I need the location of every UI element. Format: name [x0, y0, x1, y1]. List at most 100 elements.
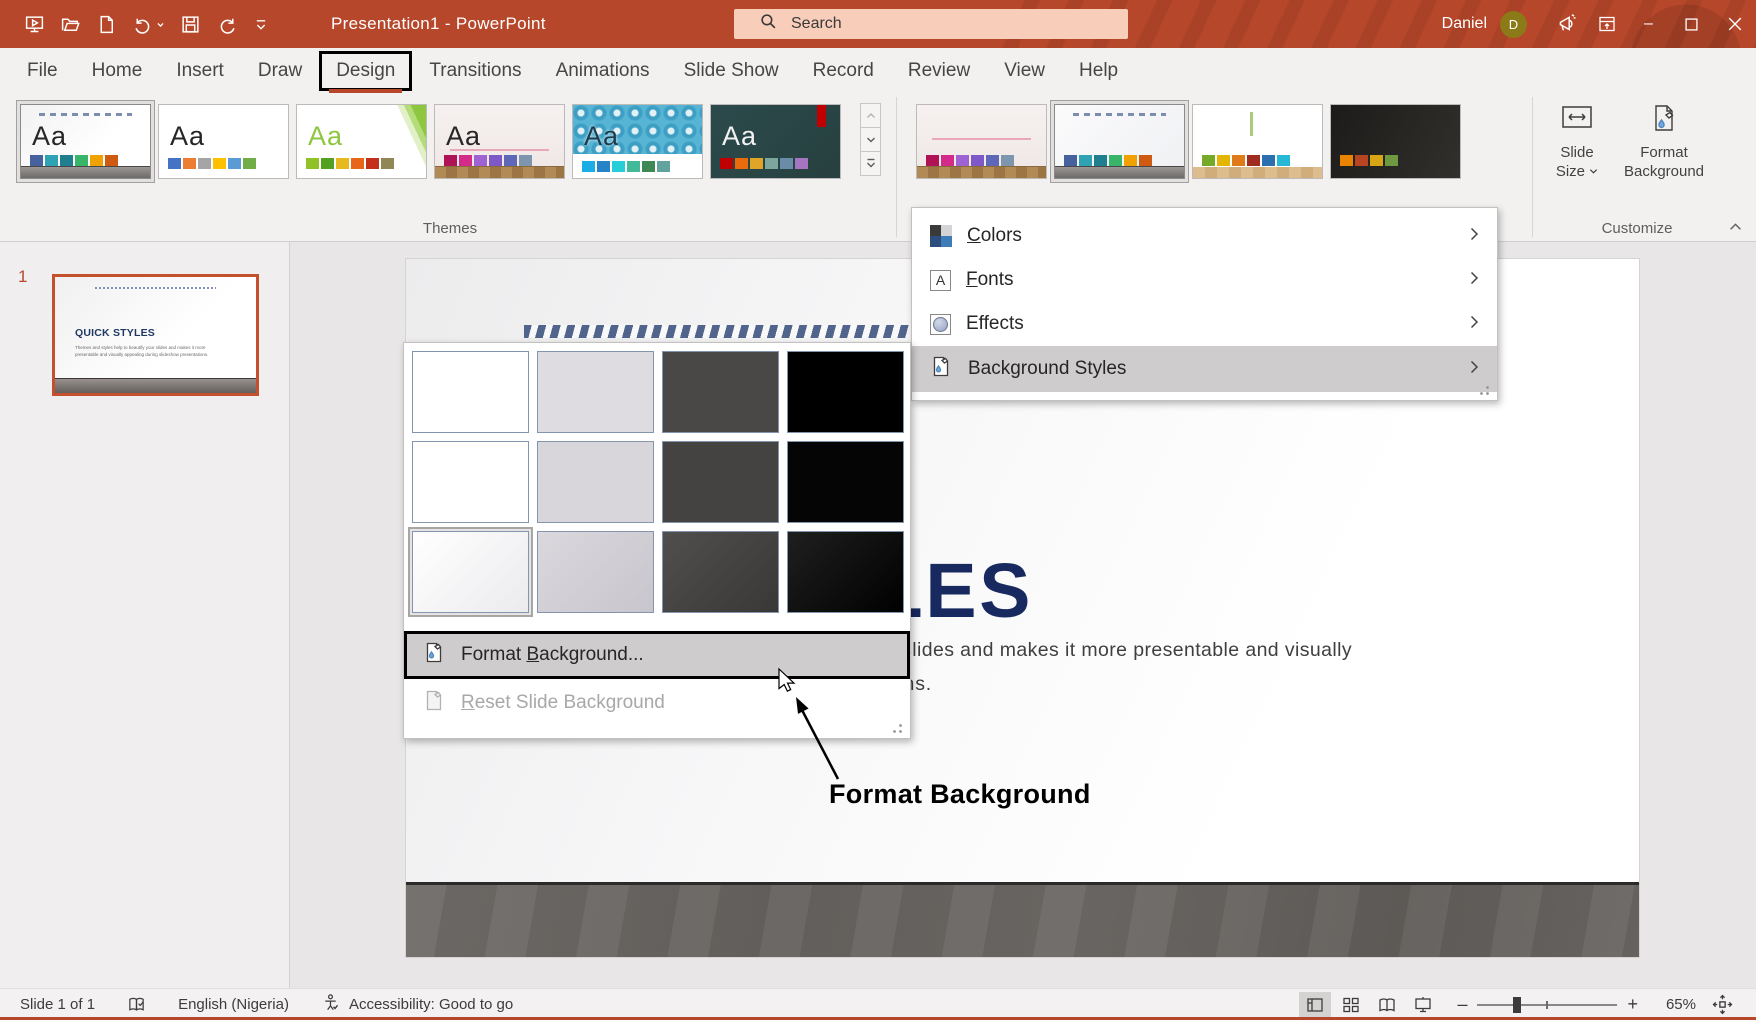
variant-current[interactable]: [1054, 104, 1185, 179]
bg-style-5[interactable]: [412, 441, 529, 523]
flyout-resize-grip[interactable]: [892, 723, 903, 734]
tab-insert[interactable]: Insert: [159, 48, 241, 93]
reading-view-button[interactable]: [1371, 992, 1403, 1018]
undo-button[interactable]: [132, 14, 165, 35]
zoom-slider[interactable]: [1477, 995, 1617, 1015]
customize-group-label: Customize: [1532, 220, 1742, 237]
bg-style-2[interactable]: [537, 351, 654, 433]
tab-animations[interactable]: Animations: [539, 48, 667, 93]
start-slideshow-icon[interactable]: [24, 14, 45, 35]
new-file-icon[interactable]: [96, 14, 117, 35]
tab-design[interactable]: Design: [319, 51, 412, 91]
ribbon-display-options-icon[interactable]: [1587, 0, 1627, 48]
format-background-button[interactable]: Format Background: [1618, 103, 1710, 181]
theme-office[interactable]: Aa: [158, 104, 289, 179]
zoom-level[interactable]: 65%: [1654, 996, 1696, 1013]
gallery-scroll-up-icon[interactable]: [860, 103, 881, 128]
slide-floor-graphic: [406, 882, 1639, 957]
variant-color-chips: [1340, 155, 1398, 166]
submenu-chevron-icon: [1470, 269, 1479, 291]
theme-integral[interactable]: Aa: [572, 104, 703, 179]
variant-color-chips: [1202, 155, 1290, 166]
variant-green[interactable]: [1192, 104, 1323, 179]
variant-dark[interactable]: [1330, 104, 1461, 179]
fit-slide-to-window-button[interactable]: [1706, 992, 1738, 1018]
customize-quick-access-icon[interactable]: [253, 14, 269, 35]
avatar[interactable]: D: [1500, 11, 1527, 38]
green-line-art: [1250, 112, 1253, 136]
zoom-out-button[interactable]: –: [1457, 994, 1467, 1015]
save-button[interactable]: [180, 14, 201, 35]
menu-item-fonts[interactable]: A Fonts: [912, 258, 1497, 302]
language-selector[interactable]: English (Nigeria): [162, 990, 305, 1019]
theme-aa: Aa: [446, 121, 481, 152]
bg-style-3[interactable]: [662, 351, 779, 433]
close-button[interactable]: [1713, 0, 1756, 48]
background-styles-flyout: Format Background... Reset Slide Backgro…: [403, 342, 911, 739]
minimize-button[interactable]: –: [1627, 0, 1670, 48]
themes-group-label: Themes: [20, 220, 880, 237]
zoom-controls: – + 65%: [1457, 994, 1696, 1015]
collapse-ribbon-icon[interactable]: [1729, 218, 1742, 236]
tab-record[interactable]: Record: [796, 48, 891, 93]
tab-review[interactable]: Review: [891, 48, 987, 93]
theme-current[interactable]: Aa: [20, 104, 151, 179]
slide-thumbnail-panel: 1 QUICK STYLES Themes and styles help to…: [0, 242, 290, 988]
menu-item-colors[interactable]: Colors: [912, 214, 1497, 258]
variant-pink[interactable]: [916, 104, 1047, 179]
theme-facet[interactable]: Aa: [296, 104, 427, 179]
facet-chevron-art: [392, 105, 426, 178]
bg-style-6[interactable]: [537, 441, 654, 523]
normal-view-button[interactable]: [1299, 992, 1331, 1018]
group-separator: [1532, 97, 1533, 237]
tab-slide-show[interactable]: Slide Show: [667, 48, 796, 93]
fonts-icon: A: [930, 270, 951, 291]
gallery-more-icon[interactable]: [860, 151, 881, 176]
slide-size-button[interactable]: Slide Size: [1545, 103, 1609, 181]
format-background-label: Format Background: [1624, 144, 1704, 182]
pink-line-art: [932, 138, 1030, 140]
theme-gallery[interactable]: Aa: [434, 104, 565, 179]
bg-style-9-selected[interactable]: [412, 531, 529, 613]
tab-help[interactable]: Help: [1062, 48, 1135, 93]
slide-indicator[interactable]: Slide 1 of 1: [20, 990, 111, 1019]
theme-dark-teal[interactable]: Aa: [710, 104, 841, 179]
reset-slide-background-menu-item[interactable]: Reset Slide Background: [404, 682, 910, 724]
bg-style-12[interactable]: [787, 531, 904, 613]
bg-style-7[interactable]: [662, 441, 779, 523]
format-background-icon: [423, 641, 446, 670]
feedback-megaphone-icon[interactable]: [1547, 0, 1587, 48]
spell-check-icon[interactable]: [111, 990, 162, 1019]
menu-item-effects[interactable]: Effects: [912, 302, 1497, 346]
zoom-in-button[interactable]: +: [1627, 994, 1638, 1015]
tab-draw[interactable]: Draw: [241, 48, 319, 93]
slide-1-thumbnail[interactable]: QUICK STYLES Themes and styles help to b…: [52, 274, 259, 396]
menu-resize-grip[interactable]: [1479, 385, 1490, 396]
bg-style-10[interactable]: [537, 531, 654, 613]
variant-dotted-line: [1073, 113, 1166, 116]
search-input[interactable]: Search: [734, 9, 1128, 39]
search-placeholder: Search: [791, 15, 842, 33]
accessibility-status[interactable]: Accessibility: Good to go: [305, 990, 529, 1019]
bg-style-8[interactable]: [787, 441, 904, 523]
bg-style-1[interactable]: [412, 351, 529, 433]
theme-color-chips: [30, 155, 118, 166]
slide-sorter-view-button[interactable]: [1335, 992, 1367, 1018]
tab-home[interactable]: Home: [75, 48, 160, 93]
tab-transitions[interactable]: Transitions: [412, 48, 538, 93]
redo-button[interactable]: [216, 14, 238, 35]
bg-style-4[interactable]: [787, 351, 904, 433]
red-tab-art: [817, 105, 826, 127]
format-background-menu-item[interactable]: Format Background...: [404, 631, 910, 679]
open-file-icon[interactable]: [60, 14, 81, 35]
tab-file[interactable]: File: [10, 48, 75, 93]
slide-show-view-button[interactable]: [1407, 992, 1439, 1018]
format-background-label: Format Background...: [461, 644, 644, 666]
zoom-slider-thumb[interactable]: [1513, 997, 1521, 1013]
maximize-button[interactable]: [1670, 0, 1713, 48]
menu-item-background-styles[interactable]: Background Styles: [912, 346, 1497, 392]
bg-style-11[interactable]: [662, 531, 779, 613]
gallery-scroll-down-icon[interactable]: [860, 127, 881, 152]
tab-view[interactable]: View: [987, 48, 1062, 93]
variant-floor: [1055, 166, 1184, 178]
